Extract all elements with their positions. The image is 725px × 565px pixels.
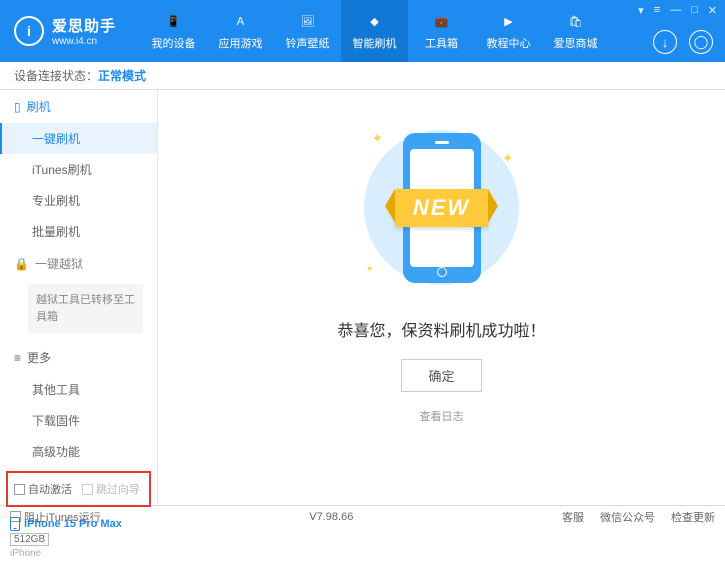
sidebar-item-advanced[interactable]: 高级功能 (0, 436, 157, 467)
new-ribbon: NEW (395, 189, 488, 227)
checkbox-skip-guide[interactable]: 跳过向导 (82, 481, 140, 497)
section-more[interactable]: ≡更多 (0, 341, 157, 374)
user-button[interactable]: ◯ (689, 30, 713, 54)
sidebar-item-oneclick[interactable]: 一键刷机 (0, 123, 157, 154)
logo-icon: i (14, 16, 44, 46)
app-icon: Ａ (231, 11, 251, 31)
version-label: V7.98.66 (309, 511, 353, 523)
nav-flash[interactable]: ◆智能刷机 (341, 0, 408, 62)
nav-tutorial[interactable]: ▶教程中心 (475, 0, 542, 62)
device-storage: 512GB (10, 533, 49, 546)
store-icon: 🛍 (566, 11, 586, 31)
device-icon: 📱 (164, 11, 184, 31)
sidebar-item-other[interactable]: 其他工具 (0, 374, 157, 405)
section-jailbreak: 🔒一键越狱 (0, 247, 157, 280)
app-name: 爱思助手 (52, 15, 116, 36)
phone-small-icon (10, 517, 20, 531)
view-log-link[interactable]: 查看日志 (420, 408, 464, 424)
ok-button[interactable]: 确定 (401, 359, 481, 392)
success-illustration: ✦ ✦ ✦ NEW (342, 120, 542, 295)
app-header: i 爱思助手 www.i4.cn 📱我的设备 Ａ应用游戏 🖼铃声壁纸 ◆智能刷机… (0, 0, 725, 62)
minimize-icon[interactable]: — (670, 4, 681, 17)
status-bar: 设备连接状态： 正常模式 (0, 62, 725, 90)
toolbox-icon: 💼 (432, 11, 452, 31)
close-icon[interactable]: ✕ (708, 4, 717, 17)
menu-icon[interactable]: ▾ (638, 4, 644, 17)
status-label: 设备连接状态： (14, 67, 98, 84)
flash-icon: ◆ (365, 11, 385, 31)
tray-icon[interactable]: ≡ (654, 4, 660, 17)
nav-ringtone[interactable]: 🖼铃声壁纸 (274, 0, 341, 62)
logo: i 爱思助手 www.i4.cn (0, 15, 140, 47)
app-url: www.i4.cn (52, 36, 116, 47)
tutorial-icon: ▶ (499, 11, 519, 31)
success-message: 恭喜您，保资料刷机成功啦！ (337, 317, 545, 341)
section-flash[interactable]: ▯刷机 (0, 90, 157, 123)
jailbreak-note: 越狱工具已转移至工具箱 (28, 284, 143, 333)
nav-my-device[interactable]: 📱我的设备 (140, 0, 207, 62)
phone-icon: ▯ (14, 100, 21, 114)
sidebar: ▯刷机 一键刷机 iTunes刷机 专业刷机 批量刷机 🔒一键越狱 越狱工具已转… (0, 90, 158, 505)
image-icon: 🖼 (298, 11, 318, 31)
status-mode: 正常模式 (98, 67, 146, 84)
download-button[interactable]: ↓ (653, 30, 677, 54)
device-type: iPhone (10, 548, 147, 559)
lock-icon: 🔒 (14, 257, 29, 271)
checkbox-auto-activate[interactable]: 自动激活 (14, 481, 72, 497)
sidebar-item-itunes[interactable]: iTunes刷机 (0, 154, 157, 185)
footer-update[interactable]: 检查更新 (671, 509, 715, 525)
nav-toolbox[interactable]: 💼工具箱 (408, 0, 475, 62)
list-icon: ≡ (14, 351, 21, 365)
main-content: ✦ ✦ ✦ NEW 恭喜您，保资料刷机成功啦！ 确定 查看日志 (158, 90, 725, 505)
sidebar-item-batch[interactable]: 批量刷机 (0, 216, 157, 247)
maximize-icon[interactable]: □ (691, 4, 698, 17)
sidebar-item-pro[interactable]: 专业刷机 (0, 185, 157, 216)
footer-support[interactable]: 客服 (562, 509, 584, 525)
window-controls: ▾ ≡ — □ ✕ (638, 4, 717, 17)
options-box: 自动激活 跳过向导 (6, 471, 151, 507)
sidebar-item-firmware[interactable]: 下载固件 (0, 405, 157, 436)
nav-apps[interactable]: Ａ应用游戏 (207, 0, 274, 62)
checkbox-block-itunes[interactable]: 阻止iTunes运行 (10, 509, 101, 525)
nav-store[interactable]: 🛍爱思商城 (542, 0, 609, 62)
main-nav: 📱我的设备 Ａ应用游戏 🖼铃声壁纸 ◆智能刷机 💼工具箱 ▶教程中心 🛍爱思商城 (140, 0, 609, 62)
footer-wechat[interactable]: 微信公众号 (600, 509, 655, 525)
